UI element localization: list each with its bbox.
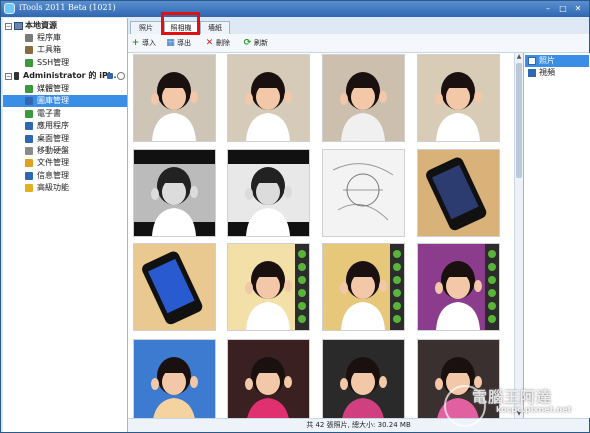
photo-library-icon bbox=[25, 97, 33, 106]
toolbar-label: 導入 bbox=[142, 39, 156, 47]
photo-thumbnail[interactable] bbox=[228, 340, 309, 418]
sidebar-item-folder[interactable]: 文件管理 bbox=[3, 157, 127, 169]
collapse-icon[interactable]: − bbox=[5, 73, 12, 80]
disk-icon bbox=[25, 147, 33, 155]
photo-thumbnail[interactable] bbox=[134, 340, 215, 418]
collapse-icon[interactable]: − bbox=[5, 23, 12, 30]
folder-icon bbox=[25, 159, 33, 168]
scroll-thumb[interactable] bbox=[516, 63, 522, 178]
refresh-icon: ⟳ bbox=[243, 38, 252, 48]
toolbar-label: 刪除 bbox=[216, 39, 230, 47]
media-type-label: 照片 bbox=[539, 56, 555, 65]
photo-thumbnail[interactable] bbox=[134, 150, 215, 236]
app-logo-icon bbox=[4, 3, 15, 14]
tab-photos[interactable]: 照片 bbox=[130, 21, 162, 34]
sidebar-item-label: 電子書 bbox=[37, 108, 61, 118]
media-type-photo[interactable]: 照片 bbox=[525, 55, 589, 67]
tree-section-label: 本地資源 bbox=[25, 21, 57, 30]
delete-icon: ✕ bbox=[205, 38, 214, 48]
sidebar-item-label: 移動硬盤 bbox=[37, 146, 69, 155]
sidebar-item-disk[interactable]: 移動硬盤 bbox=[3, 145, 127, 157]
photo-grid bbox=[128, 53, 520, 418]
scroll-up-icon[interactable]: ▲ bbox=[515, 53, 523, 61]
sidebar-item-ebook[interactable]: 電子書 bbox=[3, 108, 127, 120]
grid-icon bbox=[25, 34, 33, 42]
photo-thumbnail[interactable] bbox=[134, 244, 215, 330]
sidebar-item-label: 文件管理 bbox=[37, 158, 69, 168]
gallery-scrollbar[interactable]: ▲ ▼ bbox=[514, 53, 523, 418]
photo-thumbnail[interactable] bbox=[228, 150, 309, 236]
watermark: 電腦王阿達 kocpc.pixnet.net bbox=[444, 385, 590, 433]
tab-wallpaper[interactable]: 墻紙 bbox=[200, 21, 230, 34]
toolbar-label: 導出 bbox=[177, 39, 191, 47]
photo-icon bbox=[528, 57, 536, 65]
photo-thumbnail[interactable] bbox=[418, 150, 499, 236]
iphone-icon bbox=[14, 72, 19, 80]
settings-icon[interactable] bbox=[117, 72, 125, 80]
minimize-button[interactable]: – bbox=[541, 3, 555, 14]
sidebar-item-tools[interactable]: 工具箱 bbox=[3, 44, 127, 56]
media-icon bbox=[25, 85, 33, 93]
desktop-icon bbox=[25, 134, 33, 143]
window-title: iTools 2011 Beta (1021) bbox=[19, 3, 116, 12]
sidebar-item-label: 信息管理 bbox=[37, 170, 69, 180]
sidebar-item-star[interactable]: 高級功能 bbox=[3, 182, 127, 194]
media-type-label: 視頻 bbox=[539, 68, 555, 77]
close-button[interactable]: ✕ bbox=[571, 3, 585, 14]
media-type-panel: 照片 視頻 bbox=[523, 53, 590, 418]
video-icon bbox=[528, 69, 536, 77]
apps-icon bbox=[25, 122, 33, 131]
sidebar-item-label: 程序庫 bbox=[37, 33, 61, 42]
watermark-text: 電腦王阿達 bbox=[472, 388, 553, 406]
sidebar-item-photo-library[interactable]: 圖庫管理 bbox=[3, 95, 127, 108]
eject-icon[interactable] bbox=[107, 73, 113, 79]
maximize-button[interactable]: □ bbox=[556, 3, 570, 14]
tree-section-local[interactable]: − 本地資源 bbox=[3, 20, 127, 32]
computer-icon bbox=[14, 22, 23, 30]
photo-thumbnail[interactable] bbox=[323, 340, 404, 418]
sidebar-item-ssh[interactable]: SSH管理 bbox=[3, 57, 127, 69]
ebook-icon bbox=[25, 109, 33, 118]
toolbar: + 導入 ▦ 導出 ✕ 刪除 ⟳ 刷新 bbox=[128, 34, 589, 53]
photo-thumbnail[interactable] bbox=[323, 244, 404, 330]
sidebar-item-label: 高級功能 bbox=[37, 183, 69, 193]
sidebar-item-label: 圖庫管理 bbox=[37, 96, 69, 106]
photo-thumbnail[interactable] bbox=[134, 55, 215, 141]
ssh-icon bbox=[25, 58, 33, 67]
watermark-url: kocpc.pixnet.net bbox=[496, 405, 572, 414]
highlight-box bbox=[161, 12, 200, 35]
photo-thumbnail[interactable] bbox=[323, 55, 404, 141]
tools-icon bbox=[25, 46, 33, 55]
toolbar-label: 刷新 bbox=[254, 39, 268, 47]
sidebar-item-label: 工具箱 bbox=[37, 45, 61, 55]
sidebar-item-grid[interactable]: 程序庫 bbox=[3, 32, 127, 44]
sidebar-item-desktop[interactable]: 桌面管理 bbox=[3, 133, 127, 145]
sidebar-item-label: 應用程序 bbox=[37, 121, 69, 131]
sidebar-item-apps[interactable]: 應用程序 bbox=[3, 120, 127, 132]
media-type-video[interactable]: 視頻 bbox=[525, 67, 589, 79]
photo-thumbnail[interactable] bbox=[418, 55, 499, 141]
main-area: 照片 照相機 墻紙 + 導入 ▦ 導出 ✕ 刪除 ⟳ 刷新 ▲ ▼ 照片 視頻 共 42 張照片… bbox=[128, 18, 590, 432]
message-icon bbox=[25, 171, 33, 180]
star-icon bbox=[25, 184, 33, 193]
sidebar-tree: − 本地資源 程序庫工具箱 SSH管理 − Administrator 的 iPh… bbox=[3, 18, 128, 432]
title-bar[interactable]: iTools 2011 Beta (1021) – □ ✕ bbox=[1, 1, 589, 17]
export-icon: ▦ bbox=[166, 38, 175, 48]
sidebar-item-message[interactable]: 信息管理 bbox=[3, 170, 127, 182]
photo-thumbnail[interactable] bbox=[228, 244, 309, 330]
tree-section-device[interactable]: − Administrator 的 iPh... bbox=[3, 70, 127, 82]
photo-thumbnail[interactable] bbox=[418, 244, 499, 330]
sidebar-item-label: SSH管理 bbox=[37, 57, 70, 67]
photo-thumbnail[interactable] bbox=[323, 150, 404, 236]
sidebar-item-label: 媒體管理 bbox=[37, 84, 69, 93]
sidebar-item-media[interactable]: 媒體管理 bbox=[3, 83, 127, 95]
app-window: iTools 2011 Beta (1021) – □ ✕ − 本地資源 程序庫… bbox=[0, 0, 590, 433]
import-icon: + bbox=[131, 38, 140, 48]
photo-thumbnail[interactable] bbox=[228, 55, 309, 141]
sidebar-item-label: 桌面管理 bbox=[37, 133, 69, 143]
